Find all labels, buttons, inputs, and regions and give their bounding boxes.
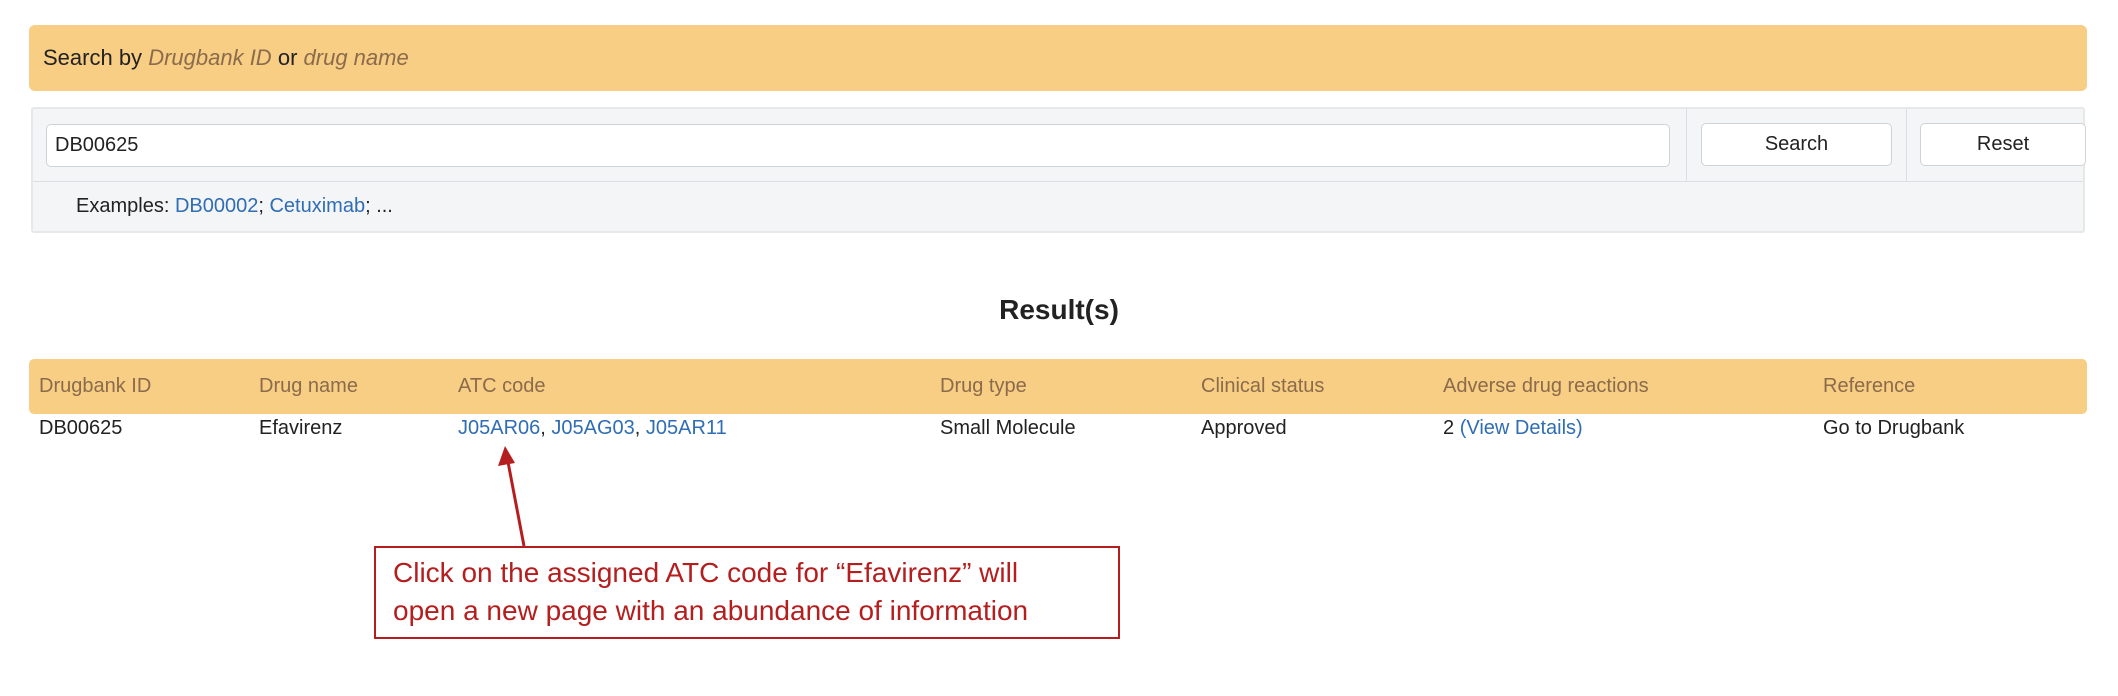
annotation-line-2: open a new page with an abundance of inf… [393,595,1029,626]
annotation-callout: Click on the assigned ATC code for “Efav… [374,546,1120,639]
annotation-arrow-head [498,446,515,466]
annotation-arrow-line [506,461,526,547]
annotation-line-1: Click on the assigned ATC code for “Efav… [393,557,1019,588]
